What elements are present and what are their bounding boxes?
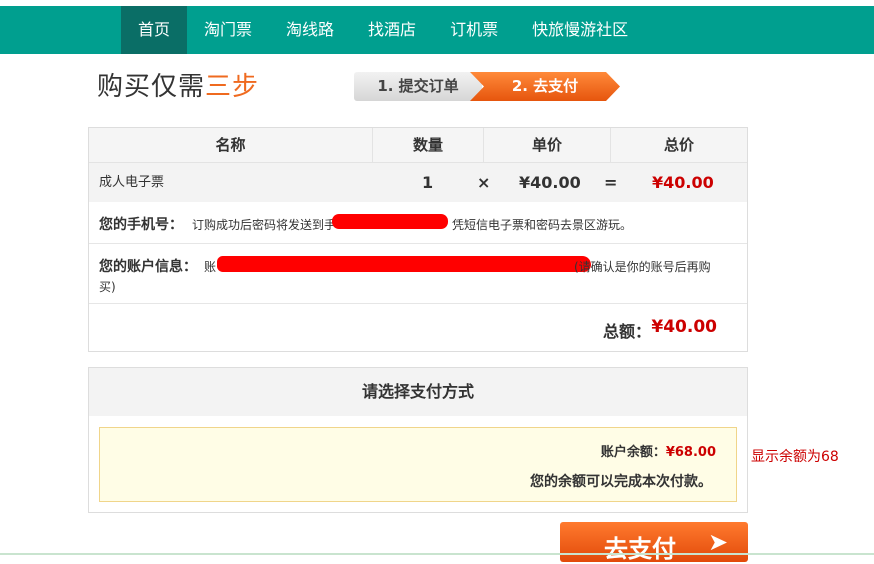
go-pay-button[interactable]: 去支付 ➤ [560, 522, 748, 563]
page-bottom-divider [0, 553, 874, 555]
order-summary: 名称 数量 单价 总价 成人电子票 1 × ¥40.00 = ¥40.00 您的… [88, 127, 748, 352]
item-unit-price: ¥40.00 [519, 173, 581, 192]
nav-item-home[interactable]: 首页 [121, 6, 188, 54]
payment-method-heading: 请选择支付方式 [89, 368, 747, 416]
account-label: 您的账户信息： [99, 259, 197, 275]
phone-info-row: 您的手机号： 订购成功后密码将发送到手 凭短信电子票和密码去景区游玩。 [89, 202, 747, 244]
account-info-row: 您的账户信息： 账 (请确认是你的账号后再购 买) [89, 244, 747, 304]
step-progress-bar: 3. 支付成功 1. 提交订单 2. 去支付 [354, 72, 743, 101]
step-1-submit-order: 1. 提交订单 [354, 72, 482, 101]
phone-redaction-mark [332, 214, 448, 229]
phone-label: 您的手机号： [99, 217, 183, 233]
nav-item-community[interactable]: 快旅慢游社区 [515, 6, 645, 54]
balance-annotation: 显示余额为68 [751, 449, 839, 465]
nav-item-hotels[interactable]: 找酒店 [351, 6, 433, 54]
step-2-pay-current: 2. 去支付 [470, 72, 620, 101]
arrow-right-icon: ➤ [708, 528, 729, 556]
column-header-unit-price: 单价 [484, 128, 611, 163]
nav-item-tickets[interactable]: 淘门票 [187, 6, 269, 54]
nav-item-routes[interactable]: 淘线路 [269, 6, 351, 54]
column-header-total: 总价 [663, 136, 694, 154]
order-total-row: 总额： ¥40.00 [89, 304, 747, 351]
account-text-wrap: 买) [99, 280, 116, 294]
account-text-before: 账 [204, 260, 217, 274]
item-total-price: ¥40.00 [652, 173, 714, 192]
payment-method-panel: 请选择支付方式 账户余额：¥68.00 您的余额可以完成本次付款。 [88, 367, 748, 513]
column-header-quantity: 数量 [373, 128, 484, 163]
step-3-pay-success: 3. 支付成功 [606, 72, 743, 101]
nav-item-flights[interactable]: 订机票 [433, 6, 515, 54]
title-prefix: 购买仅需 [97, 72, 206, 102]
account-text-after: (请确认是你的账号后再购 [574, 260, 711, 274]
order-table-header: 名称 数量 单价 总价 [89, 128, 747, 163]
account-redaction-mark [217, 256, 591, 272]
balance-notice: 账户余额：¥68.00 您的余额可以完成本次付款。 [99, 427, 737, 502]
phone-text-before: 订购成功后密码将发送到手 [192, 218, 337, 232]
balance-sufficient-message: 您的余额可以完成本次付款。 [530, 474, 712, 490]
phone-text-after: 凭短信电子票和密码去景区游玩。 [452, 218, 633, 232]
balance-value: ¥68.00 [665, 445, 716, 460]
order-total-label: 总额： [602, 322, 651, 341]
title-accent: 三步 [205, 72, 260, 102]
column-header-name: 名称 [89, 128, 373, 163]
account-balance: 账户余额：¥68.00 [601, 441, 716, 460]
item-quantity: 1 [422, 173, 434, 192]
equals-sign: = [604, 173, 618, 192]
nav-list: 首页 淘门票 淘线路 找酒店 订机票 快旅慢游社区 [121, 6, 645, 54]
multiply-sign: × [477, 173, 491, 192]
table-row: 成人电子票 1 × ¥40.00 = ¥40.00 [89, 163, 747, 202]
item-name: 成人电子票 [99, 175, 165, 190]
order-total-value: ¥40.00 [651, 317, 717, 337]
balance-label: 账户余额： [600, 445, 666, 460]
top-nav: 首页 淘门票 淘线路 找酒店 订机票 快旅慢游社区 [0, 6, 874, 54]
page-title: 购买仅需三步 [97, 66, 259, 103]
